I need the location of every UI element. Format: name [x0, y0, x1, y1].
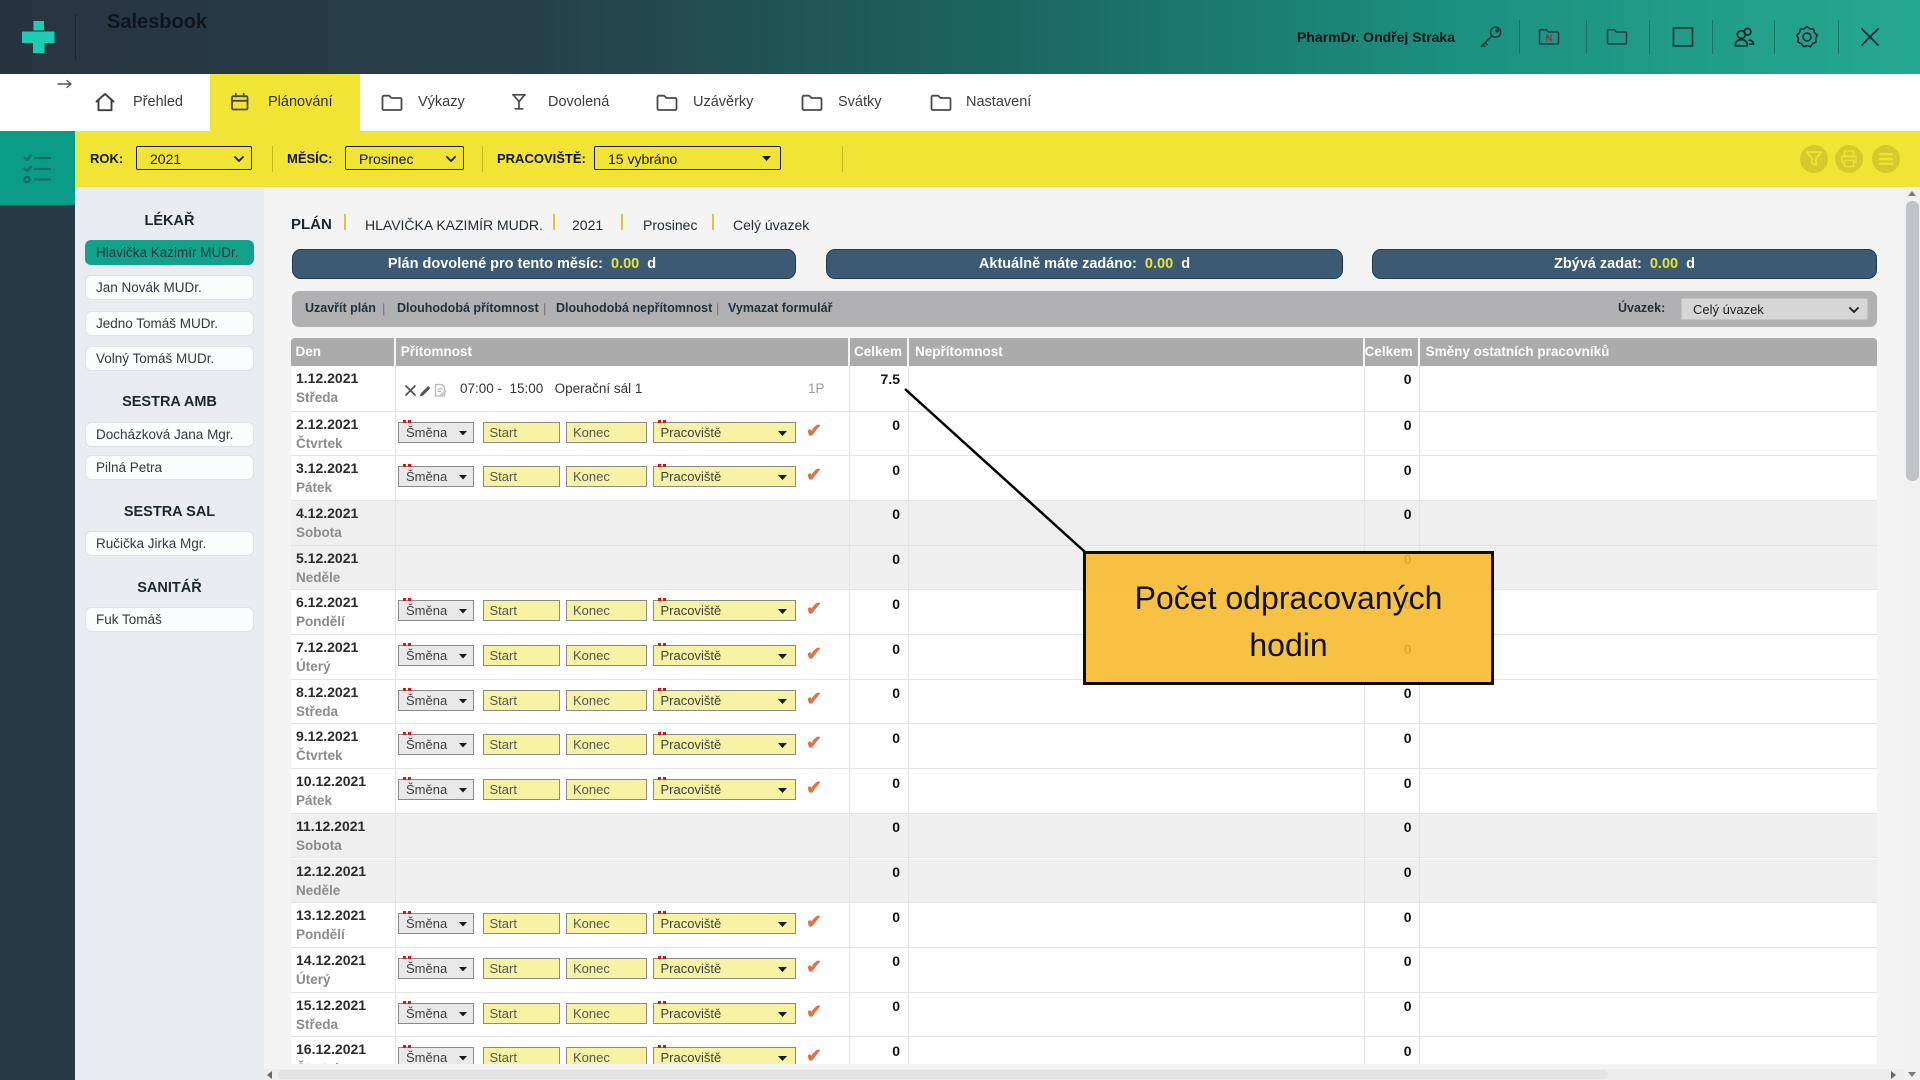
- svg-text:N: N: [1546, 33, 1553, 43]
